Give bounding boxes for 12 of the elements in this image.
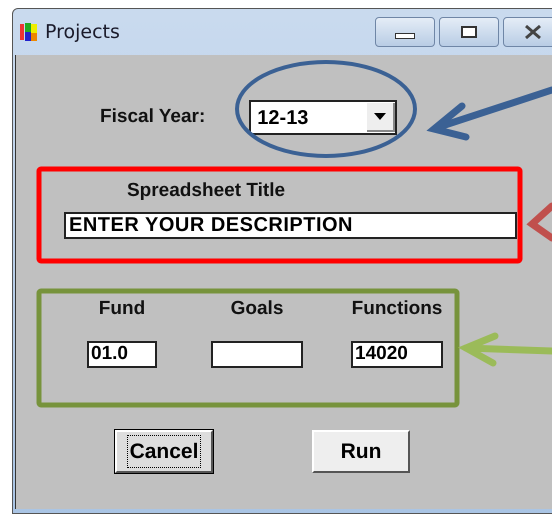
fiscal-year-dropdown[interactable]: 12-13 [249, 100, 398, 135]
field-label: Fiscal Year: [100, 105, 206, 130]
field-label: Functions [352, 296, 442, 320]
code-field[interactable]: 14020 [351, 341, 443, 368]
window-title: Projects [45, 20, 120, 45]
field-label: Fund [98, 296, 146, 320]
field-label: Spreadsheet Title [127, 179, 286, 203]
dialog-button[interactable]: Cancel [115, 430, 213, 473]
spreadsheet-title-field[interactable]: ENTER YOUR DESCRIPTION [64, 212, 517, 238]
field-label: Goals [230, 296, 284, 320]
code-field[interactable]: 01.0 [87, 341, 157, 368]
dialog-button[interactable]: Run [312, 430, 410, 473]
